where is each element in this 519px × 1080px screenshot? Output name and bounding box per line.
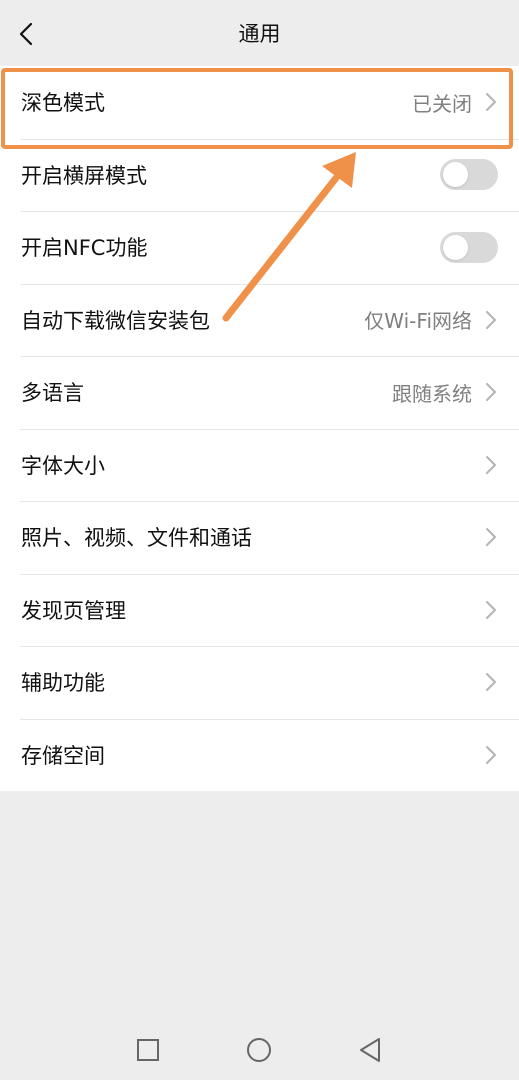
square-recents-icon [137,1039,159,1061]
setting-label: 字体大小 [21,453,105,478]
setting-row-media-files-calls[interactable]: 照片、视频、文件和通话 [0,501,519,574]
setting-row-language[interactable]: 多语言 跟随系统 [0,356,519,429]
setting-label: 自动下载微信安装包 [21,308,210,333]
nfc-toggle[interactable] [440,231,498,263]
setting-row-landscape-mode: 开启横屏模式 [0,138,519,212]
setting-row-storage[interactable]: 存储空间 [0,718,519,792]
chevron-right-icon [483,382,499,402]
setting-value: 仅Wi-Fi网络 [364,309,472,334]
setting-label: 多语言 [21,381,84,406]
setting-row-accessibility[interactable]: 辅助功能 [0,646,519,719]
page-title: 通用 [238,22,281,46]
settings-list: 深色模式 已关闭 开启横屏模式 开启NFC功能 自动下载微信安装包 仅Wi-Fi… [0,66,519,791]
chevron-right-icon [483,527,499,547]
recents-button[interactable] [128,1030,168,1070]
setting-label: 发现页管理 [21,598,126,623]
toggle-knob [443,162,468,188]
setting-label: 深色模式 [21,91,105,116]
setting-value: 跟随系统 [392,381,472,406]
landscape-mode-toggle[interactable] [440,159,498,191]
chevron-right-icon [483,310,499,330]
settings-general-screen: 通用 深色模式 已关闭 开启横屏模式 开启NFC功能 自动下载微信安装包 仅Wi… [0,0,519,1080]
chevron-right-icon [483,92,499,112]
setting-label: 存储空间 [21,743,105,768]
chevron-right-icon [483,672,499,692]
setting-label: 开启横屏模式 [21,163,147,188]
setting-row-font-size[interactable]: 字体大小 [0,428,519,502]
chevron-right-icon [483,600,499,620]
system-nav-bar [0,1020,519,1080]
chevron-right-icon [483,745,499,765]
back-nav-button[interactable] [350,1030,390,1070]
setting-value: 已关闭 [412,91,472,116]
triangle-back-icon [360,1038,380,1062]
chevron-right-icon [483,455,499,475]
setting-row-dark-mode[interactable]: 深色模式 已关闭 [0,66,519,139]
home-button[interactable] [239,1030,279,1070]
toggle-knob [443,234,468,260]
setting-label: 辅助功能 [21,671,105,696]
setting-row-nfc: 开启NFC功能 [0,211,519,284]
setting-row-auto-download[interactable]: 自动下载微信安装包 仅Wi-Fi网络 [0,283,519,357]
circle-home-icon [247,1038,271,1062]
setting-row-discover-manage[interactable]: 发现页管理 [0,573,519,647]
setting-label: 开启NFC功能 [21,236,148,261]
top-bar: 通用 [0,0,519,66]
setting-label: 照片、视频、文件和通话 [21,526,252,551]
